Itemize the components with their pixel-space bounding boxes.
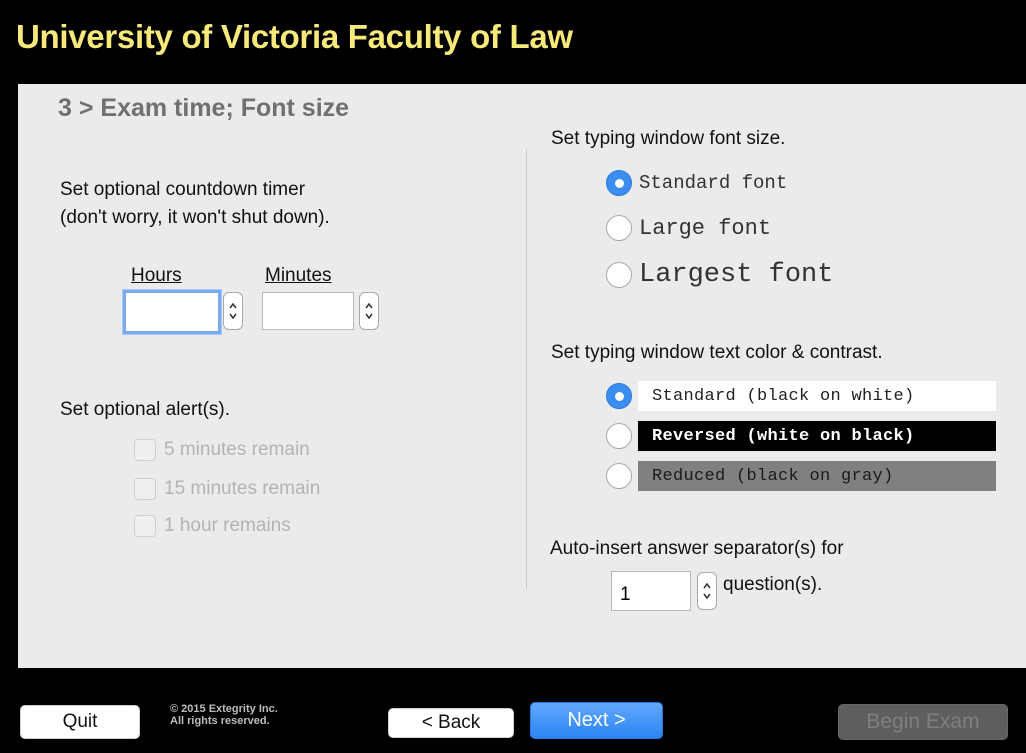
font-standard-option[interactable]: Standard font xyxy=(606,170,787,196)
minutes-stepper[interactable] xyxy=(359,292,379,330)
alerts-prompt: Set optional alert(s). xyxy=(60,399,231,420)
copyright-line2: All rights reserved. xyxy=(170,715,270,727)
separator-count-input[interactable] xyxy=(611,571,691,611)
column-divider xyxy=(526,149,527,589)
settings-panel: 3 > Exam time; Font size Set optional co… xyxy=(18,84,1026,668)
begin-exam-button[interactable]: Begin Exam xyxy=(838,704,1008,740)
contrast-reversed-option[interactable]: Reversed (white on black) xyxy=(606,421,996,451)
font-large-label: Large font xyxy=(639,215,772,241)
minutes-label: Minutes xyxy=(265,265,332,286)
font-largest-option[interactable]: Largest font xyxy=(606,260,833,290)
copyright-notice: © 2015 Extegrity Inc. All rights reserve… xyxy=(170,703,278,727)
contrast-reduced-label: Reduced (black on gray) xyxy=(638,461,996,491)
contrast-standard-option[interactable]: Standard (black on white) xyxy=(606,381,996,411)
quit-button[interactable]: Quit xyxy=(20,705,140,739)
contrast-reversed-label: Reversed (white on black) xyxy=(638,421,996,451)
title-bar: University of Victoria Faculty of Law xyxy=(0,0,1026,84)
font-large-option[interactable]: Large font xyxy=(606,215,771,241)
radio-button[interactable] xyxy=(606,423,632,449)
checkbox[interactable] xyxy=(134,478,156,500)
separator-stepper[interactable] xyxy=(697,572,717,610)
timer-prompt-line2: (don't worry, it won't shut down). xyxy=(60,207,330,228)
radio-button[interactable] xyxy=(606,215,632,241)
font-largest-label: Largest font xyxy=(639,260,834,290)
radio-button[interactable] xyxy=(606,170,632,196)
next-button[interactable]: Next > xyxy=(530,702,663,739)
font-size-prompt: Set typing window font size. xyxy=(551,128,786,149)
alert-1-hour[interactable]: 1 hour remains xyxy=(134,515,291,537)
radio-button[interactable] xyxy=(606,383,632,409)
back-button[interactable]: < Back xyxy=(388,708,514,738)
hours-label: Hours xyxy=(131,265,182,286)
stepper-arrows-icon xyxy=(365,302,373,320)
hours-stepper[interactable] xyxy=(223,292,243,330)
timer-prompt-line1: Set optional countdown timer xyxy=(60,179,306,200)
contrast-reduced-option[interactable]: Reduced (black on gray) xyxy=(606,461,996,491)
minutes-input[interactable] xyxy=(262,292,354,330)
separator-suffix: question(s). xyxy=(723,574,823,595)
radio-button[interactable] xyxy=(606,262,632,288)
radio-button[interactable] xyxy=(606,463,632,489)
app-title: University of Victoria Faculty of Law xyxy=(16,18,573,55)
contrast-prompt: Set typing window text color & contrast. xyxy=(551,342,883,363)
alert-label: 1 hour remains xyxy=(164,515,291,536)
stepper-arrows-icon xyxy=(229,302,237,320)
checkbox[interactable] xyxy=(134,439,156,461)
font-standard-label: Standard font xyxy=(639,172,788,194)
checkbox[interactable] xyxy=(134,515,156,537)
alert-15-min[interactable]: 15 minutes remain xyxy=(134,478,320,500)
alert-label: 15 minutes remain xyxy=(164,478,321,499)
hours-input[interactable] xyxy=(123,290,221,334)
contrast-standard-label: Standard (black on white) xyxy=(638,381,996,411)
timer-prompt: Set optional countdown timer (don't worr… xyxy=(60,176,500,232)
copyright-line1: © 2015 Extegrity Inc. xyxy=(170,703,278,715)
step-title: 3 > Exam time; Font size xyxy=(58,94,350,122)
stepper-arrows-icon xyxy=(703,582,711,600)
alert-5-min[interactable]: 5 minutes remain xyxy=(134,439,310,461)
alert-label: 5 minutes remain xyxy=(164,439,310,460)
separator-prompt: Auto-insert answer separator(s) for xyxy=(550,538,844,559)
